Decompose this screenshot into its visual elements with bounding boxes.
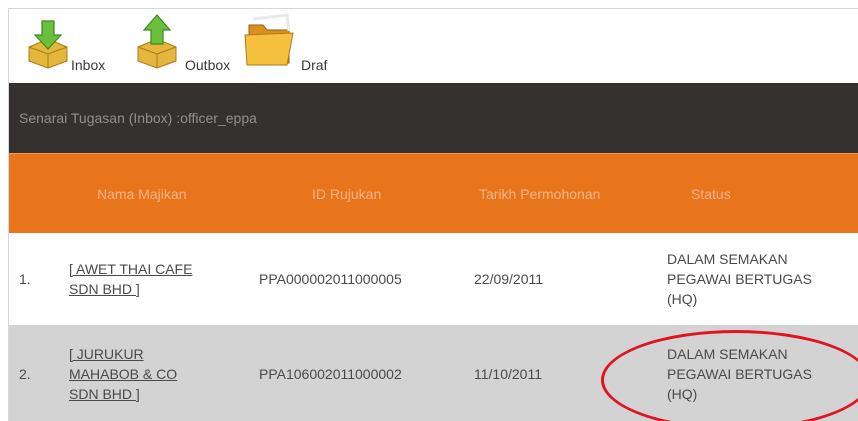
- outbox-button[interactable]: Outbox: [134, 9, 249, 83]
- status-cell: DALAM SEMAKAN PEGAWAI BERTUGAS (HQ): [667, 325, 858, 421]
- employer-name-line: [ JURUKUR: [69, 345, 144, 362]
- column-header-status: Status: [691, 186, 731, 202]
- inbox-panel: Inbox Outbox Draf Senarai Tugasan (Inbox…: [8, 8, 858, 421]
- employer-name-cell: [ AWET THAI CAFE SDN BHD ]: [69, 233, 249, 325]
- mail-toolbar: Inbox Outbox Draf: [9, 9, 858, 83]
- employer-name-cell: [ JURUKUR MAHABOB & CO SDN BHD ]: [69, 325, 249, 421]
- outbox-label[interactable]: Outbox: [185, 57, 230, 73]
- employer-name-line: [ AWET THAI CAFE: [69, 261, 193, 277]
- status-line: PEGAWAI BERTUGAS: [667, 271, 812, 287]
- page-title: Senarai Tugasan (Inbox) :officer_eppa: [9, 83, 858, 153]
- status-line: DALAM SEMAKAN: [667, 345, 788, 362]
- application-date: 22/09/2011: [474, 271, 544, 287]
- application-date: 11/10/2011: [474, 365, 542, 382]
- table-row: 1. [ AWET THAI CAFE SDN BHD ] PPA0000020…: [9, 233, 858, 325]
- reference-id: PPA106002011000002: [259, 365, 402, 382]
- status-cell: DALAM SEMAKAN PEGAWAI BERTUGAS (HQ): [667, 233, 858, 325]
- column-header-nama-majikan: Nama Majikan: [97, 186, 187, 202]
- inbox-label[interactable]: Inbox: [71, 57, 105, 73]
- draf-button[interactable]: Draf: [243, 9, 333, 83]
- row-number: 1.: [19, 271, 31, 287]
- employer-name-link[interactable]: [ JURUKUR MAHABOB & CO SDN BHD ]: [69, 344, 177, 404]
- table-header: Nama Majikan ID Rujukan Tarikh Permohona…: [9, 153, 858, 233]
- outbox-icon: [137, 14, 177, 69]
- employer-name-line: MAHABOB & CO: [69, 365, 178, 382]
- status-line: PEGAWAI BERTUGAS: [667, 365, 812, 382]
- employer-name-link[interactable]: [ AWET THAI CAFE SDN BHD ]: [69, 259, 192, 299]
- status-line: (HQ): [667, 385, 698, 402]
- column-header-id-rujukan: ID Rujukan: [312, 186, 382, 202]
- employer-name-line: SDN BHD ]: [69, 385, 140, 402]
- table-row: 2. [ JURUKUR MAHABOB & CO SDN BHD ] PPA1…: [9, 325, 858, 421]
- status-line: DALAM SEMAKAN: [667, 251, 788, 267]
- inbox-icon: [28, 20, 68, 69]
- column-header-tarikh-permohonan: Tarikh Permohonan: [479, 186, 601, 202]
- status-line: (HQ): [667, 291, 698, 307]
- reference-id: PPA000002011000005: [259, 271, 402, 287]
- inbox-button[interactable]: Inbox: [25, 9, 125, 83]
- folder-icon: [244, 13, 294, 66]
- draf-label[interactable]: Draf: [301, 57, 327, 73]
- row-number: 2.: [19, 365, 31, 382]
- employer-name-line: SDN BHD ]: [69, 281, 140, 297]
